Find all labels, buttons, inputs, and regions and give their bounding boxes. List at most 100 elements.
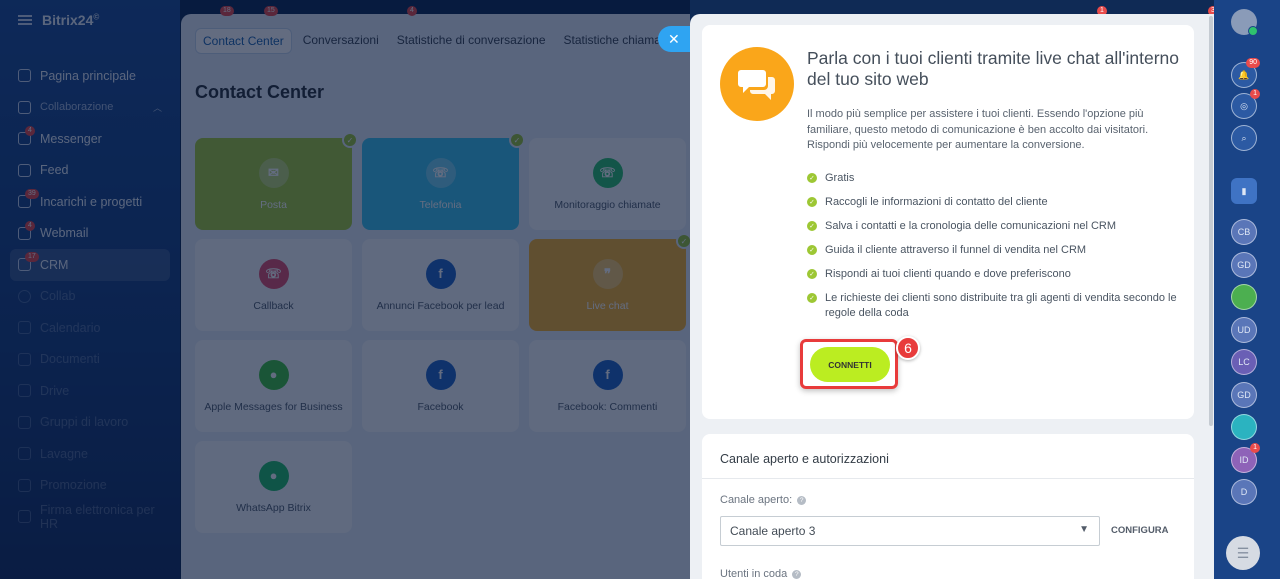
- channel-icon: f: [425, 359, 456, 390]
- live-chat-description: Il modo più semplice per assistere i tuo…: [807, 108, 1149, 151]
- recent-chat-avatar[interactable]: UD: [1231, 316, 1257, 343]
- sidebar-item-incarichi-e-progetti[interactable]: Incarichi e progetti 39: [10, 186, 170, 218]
- section-title: Canale aperto e autorizzazioni: [720, 452, 889, 466]
- recent-chat-avatar[interactable]: [1231, 284, 1257, 310]
- feature-text: Le richieste dei clienti sono distribuit…: [825, 292, 1177, 319]
- recent-chat-avatar[interactable]: GD: [1231, 251, 1257, 278]
- check-icon: ✓: [342, 132, 358, 148]
- sidebar-item-documenti[interactable]: Documenti: [10, 344, 170, 376]
- live-chat-icon: [720, 47, 794, 121]
- channel-tile[interactable]: ❞ Live chat ✓: [529, 233, 690, 331]
- avatar-initials: CB: [1237, 227, 1251, 237]
- sign-icon: [18, 510, 31, 524]
- live-chat-slider: Parla con i tuoi clienti tramite live ch…: [690, 14, 1214, 579]
- feature-item: ✓ Gratis: [807, 171, 1177, 186]
- recent-chat-avatar[interactable]: GD: [1231, 381, 1257, 408]
- sidebar-item-label: Gruppi di lavoro: [40, 415, 129, 430]
- check-icon: ✓: [676, 233, 690, 249]
- channel-icon: ●: [258, 460, 289, 491]
- channel-tile[interactable]: f Facebook: [362, 340, 519, 432]
- channel-icon: ☏: [592, 157, 623, 188]
- help-icon[interactable]: ?: [797, 495, 807, 505]
- sidebar-item-collaborazione[interactable]: Collaborazione ︿: [10, 92, 170, 124]
- user-avatar[interactable]: [1231, 9, 1258, 36]
- sidebar-item-label: Collaborazione: [40, 101, 114, 114]
- connect-highlight: CONNETTI: [800, 339, 898, 389]
- recent-chat-avatar[interactable]: LC: [1231, 349, 1257, 375]
- live-chat-intro-card: Parla con i tuoi clienti tramite live ch…: [702, 25, 1194, 419]
- check-icon: ✓: [807, 293, 817, 303]
- channel-tile[interactable]: ☏ Callback: [195, 239, 352, 331]
- avatar-initials: ID: [1239, 454, 1249, 465]
- channel-select[interactable]: Canale aperto 3 ▼: [720, 516, 1100, 546]
- help-icon[interactable]: ?: [792, 569, 802, 579]
- sidebar-item-webmail[interactable]: Webmail 4: [10, 218, 170, 250]
- bookmark-icon[interactable]: ▮: [1231, 178, 1257, 204]
- channel-icon: ☏: [425, 157, 456, 188]
- channel-label: WhatsApp Bitrix: [236, 501, 311, 514]
- sidebar-item-label: Incarichi e progetti: [40, 194, 143, 209]
- channel-label: Apple Messages for Business: [204, 400, 343, 413]
- right-bar: 🔔 90 ◎ 1 ⌕ ▮ CB GD UD LC GD ID 1 D ☰: [1214, 0, 1280, 579]
- connect-button[interactable]: CONNETTI: [810, 347, 890, 382]
- count-badge: 4: [25, 126, 35, 136]
- tab-statistiche-di-conversazione[interactable]: Statistiche di conversazione: [390, 28, 553, 54]
- check-icon: ✓: [807, 269, 817, 279]
- sidebar-item-pagina-principale[interactable]: Pagina principale: [10, 60, 170, 92]
- sidebar-item-label: Drive: [40, 383, 70, 398]
- feature-item: ✓ Raccogli le informazioni di contatto de…: [807, 195, 1177, 210]
- menu-icon[interactable]: [18, 15, 32, 25]
- sidebar-item-drive[interactable]: Drive: [10, 375, 170, 407]
- channel-tile[interactable]: f Annunci Facebook per lead: [362, 239, 519, 331]
- sidebar-item-promozione[interactable]: Promozione: [10, 470, 170, 502]
- channel-tile[interactable]: ✉ Posta ✓: [195, 132, 358, 230]
- feature-text: Salva i contatti e la cronologia delle c…: [825, 220, 1117, 232]
- feature-item: ✓ Salva i contatti e la cronologia delle …: [807, 219, 1177, 234]
- pulse-icon[interactable]: ◎ 1: [1231, 89, 1260, 119]
- sidebar-item-gruppi-di-lavoro[interactable]: Gruppi di lavoro: [10, 407, 170, 439]
- channel-icon: ☏: [258, 258, 289, 289]
- feature-text: Guida il cliente attraverso il funnel di…: [825, 244, 1087, 256]
- channel-label: Monitoraggio chiamate: [554, 198, 661, 211]
- tab-contact-center[interactable]: Contact Center: [195, 28, 292, 54]
- channel-tile[interactable]: ☏ Monitoraggio chiamate: [529, 138, 686, 230]
- chevron-up-icon[interactable]: ︿: [153, 101, 162, 114]
- avatar-initials: GD: [1237, 259, 1251, 270]
- slider-scrollbar[interactable]: [1209, 16, 1213, 426]
- left-sidebar: Bitrix24© Pagina principale Collaborazion…: [0, 0, 180, 579]
- sidebar-item-label: Pagina principale: [40, 68, 136, 83]
- sidebar-item-crm[interactable]: CRM 17: [10, 249, 170, 281]
- recent-chat-avatar[interactable]: CB: [1231, 219, 1257, 245]
- collab-icon: [18, 100, 31, 114]
- sidebar-item-label: Collab: [40, 289, 76, 304]
- channel-label: Posta: [260, 198, 287, 211]
- avatar-initials: UD: [1237, 324, 1251, 335]
- app-logo[interactable]: Bitrix24©: [42, 12, 99, 28]
- channel-tile[interactable]: ● WhatsApp Bitrix: [195, 441, 352, 533]
- tab-conversazioni[interactable]: Conversazioni: [296, 28, 386, 54]
- search-chat-icon[interactable]: ⌕: [1231, 125, 1257, 151]
- channel-tile[interactable]: ☏ Telefonia ✓: [362, 132, 525, 230]
- check-icon: ✓: [807, 173, 817, 183]
- channel-icon: f: [592, 359, 623, 390]
- sidebar-item-messenger[interactable]: Messenger 4: [10, 123, 170, 155]
- channel-tile[interactable]: f Facebook: Commenti: [529, 340, 686, 432]
- channel-tile[interactable]: ● Apple Messages for Business: [195, 340, 352, 432]
- sidebar-item-firma-elettronica-per-hr[interactable]: Firma elettronica per HR: [10, 501, 170, 533]
- check-icon: ✓: [807, 245, 817, 255]
- feature-text: Rispondi ai tuoi clienti quando e dove p…: [825, 268, 1071, 280]
- sidebar-item-feed[interactable]: Feed: [10, 155, 170, 187]
- sidebar-item-collab[interactable]: Collab: [10, 281, 170, 313]
- topbar-badge: 4: [407, 6, 417, 16]
- recent-chat-avatar[interactable]: [1231, 414, 1257, 440]
- chat-list-icon[interactable]: ☰: [1226, 536, 1260, 570]
- avatar-badge: 1: [1250, 442, 1260, 453]
- configure-link[interactable]: CONFIGURA: [1111, 525, 1169, 536]
- recent-chat-avatar[interactable]: D: [1231, 479, 1257, 505]
- sidebar-item-calendario[interactable]: Calendario: [10, 312, 170, 344]
- home-icon: [18, 69, 31, 83]
- sidebar-item-lavagne[interactable]: Lavagne: [10, 438, 170, 470]
- bell-icon[interactable]: 🔔 90: [1231, 58, 1260, 88]
- recent-chat-avatar[interactable]: ID 1: [1231, 442, 1260, 473]
- sidebar-item-label: Webmail: [40, 226, 89, 241]
